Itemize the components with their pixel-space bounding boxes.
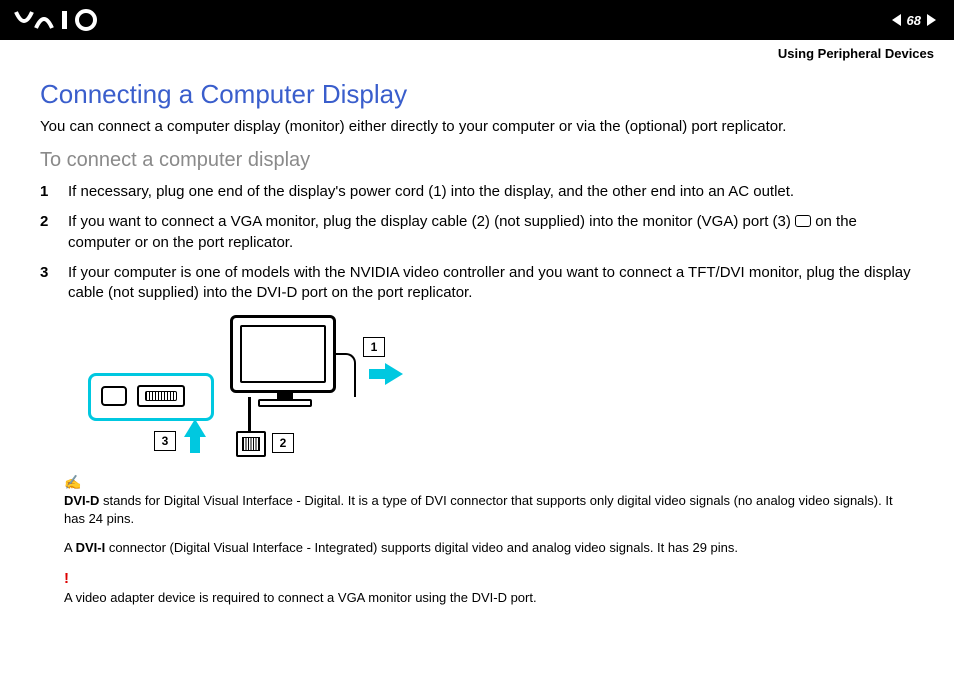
next-page-arrow-icon[interactable] bbox=[927, 14, 936, 26]
dvi-d-label: DVI-D bbox=[64, 493, 99, 508]
dvi-d-text: stands for Digital Visual Interface - Di… bbox=[64, 493, 893, 526]
vga-connector-icon bbox=[236, 431, 266, 457]
step-text: If your computer is one of models with t… bbox=[68, 263, 914, 304]
step-3: 3 If your computer is one of models with… bbox=[40, 263, 914, 304]
note-pencil-icon: ✍ bbox=[64, 473, 914, 492]
monitor-icon bbox=[230, 315, 340, 415]
prev-page-arrow-icon[interactable] bbox=[892, 14, 901, 26]
page-number: 68 bbox=[907, 13, 921, 28]
step-2: 2 If you want to connect a VGA monitor, … bbox=[40, 212, 914, 253]
notes-section: ✍ DVI-D stands for Digital Visual Interf… bbox=[0, 473, 954, 606]
page-title: Connecting a Computer Display bbox=[40, 79, 914, 110]
section-subhead: To connect a computer display bbox=[40, 149, 914, 172]
steps-list: 1 If necessary, plug one end of the disp… bbox=[40, 182, 914, 303]
step-text: If necessary, plug one end of the displa… bbox=[68, 182, 794, 202]
dvi-i-text: connector (Digital Visual Interface - In… bbox=[105, 540, 738, 555]
note-warning: A video adapter device is required to co… bbox=[64, 589, 914, 607]
arrow-right-icon bbox=[385, 363, 403, 385]
step-number: 1 bbox=[40, 182, 54, 202]
dvi-i-pre: A bbox=[64, 540, 76, 555]
page-nav: 68 bbox=[892, 13, 936, 28]
step-number: 3 bbox=[40, 263, 54, 304]
step-number: 2 bbox=[40, 212, 54, 253]
step-text-pre: If you want to connect a VGA monitor, pl… bbox=[68, 213, 795, 230]
connection-diagram: 1 2 3 bbox=[80, 313, 440, 463]
callout-3: 3 bbox=[154, 431, 176, 451]
header-bar: 68 bbox=[0, 0, 954, 40]
step-text: If you want to connect a VGA monitor, pl… bbox=[68, 212, 914, 253]
warning-icon: ! bbox=[64, 569, 914, 589]
note-dvi-i: A DVI-I connector (Digital Visual Interf… bbox=[64, 539, 914, 557]
arrow-up-icon bbox=[184, 419, 206, 437]
note-dvi-d: DVI-D stands for Digital Visual Interfac… bbox=[64, 492, 914, 527]
intro-text: You can connect a computer display (moni… bbox=[40, 118, 914, 135]
step-1: 1 If necessary, plug one end of the disp… bbox=[40, 182, 914, 202]
vaio-logo-svg bbox=[14, 8, 124, 32]
vaio-logo bbox=[14, 8, 124, 32]
callout-2: 2 bbox=[272, 433, 294, 453]
dvi-i-label: DVI-I bbox=[76, 540, 106, 555]
callout-1: 1 bbox=[363, 337, 385, 357]
power-cable-icon bbox=[336, 353, 356, 397]
breadcrumb: Using Peripheral Devices bbox=[0, 40, 954, 61]
vga-port-icon bbox=[795, 215, 811, 227]
port-replicator-icon bbox=[88, 373, 214, 421]
